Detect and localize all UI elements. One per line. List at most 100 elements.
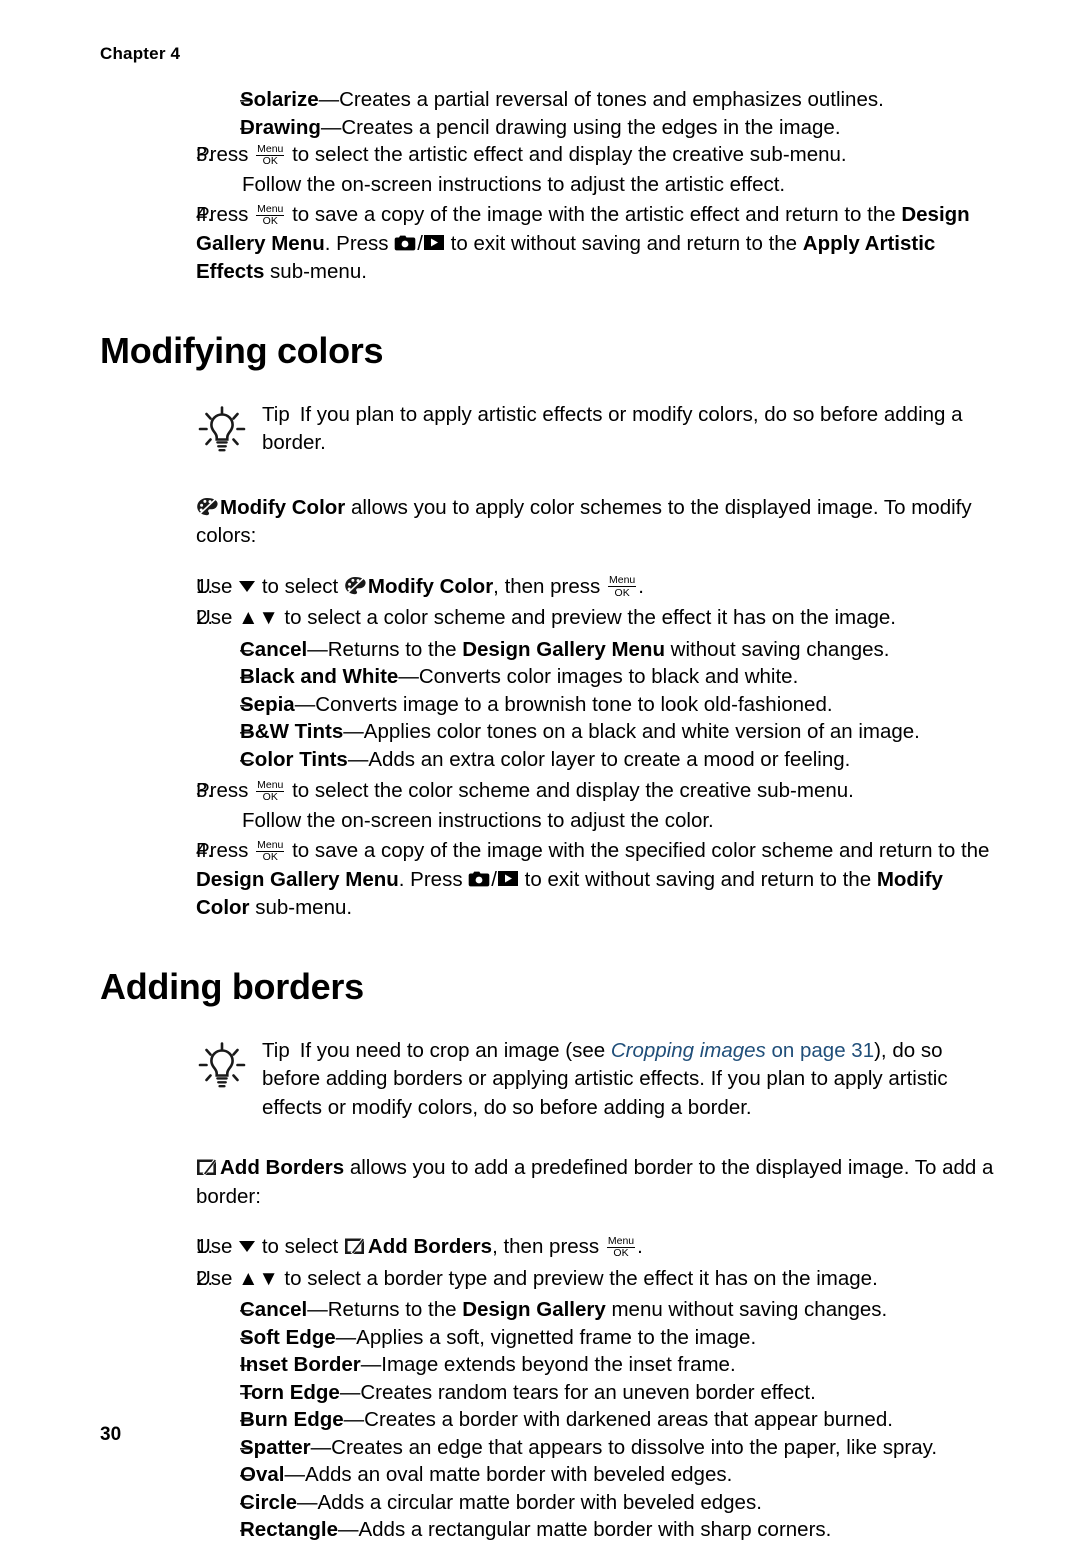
step-text-part: . (637, 1235, 643, 1258)
palette-icon (196, 497, 218, 517)
step-number: 1. (196, 1235, 214, 1258)
list-item-text: B&W Tints—Applies color tones on a black… (240, 718, 1000, 746)
term-solarize: Solarize (240, 88, 319, 111)
list-item: – Oval—Adds an oval matte border with be… (100, 1461, 1000, 1489)
step-text-part: to select (256, 574, 344, 598)
modify-color-step-2: 2. Use ▲▼ to select a color scheme and p… (100, 604, 1000, 633)
step-text-part: . (638, 574, 644, 598)
term: Sepia (240, 692, 295, 716)
step-text: Use to select Modify Color, then press M… (196, 573, 1000, 602)
menu-ok-icon: Menu OK (256, 778, 285, 803)
tip-label: Tip (262, 1038, 290, 1062)
dash-marker: – (240, 1518, 252, 1541)
bold-modify-color: Modify Color (367, 574, 494, 598)
dash-marker: – (240, 1490, 252, 1514)
list-item: – Spatter—Creates an edge that appears t… (100, 1434, 1000, 1462)
page-number: 30 (100, 1424, 122, 1445)
camera-icon (468, 869, 491, 888)
list-item-text: Spatter—Creates an edge that appears to … (240, 1434, 1000, 1462)
desc: —Adds a rectangular matte border with sh… (337, 1518, 832, 1541)
list-item-text: Rectangle—Adds a rectangular matte borde… (240, 1516, 1000, 1544)
playback-icon (423, 233, 445, 252)
arrow-down-icon (239, 580, 256, 592)
desc: —Adds an oval matte border with beveled … (284, 1463, 733, 1486)
tip-adding-borders: Tip If you need to crop an image (see Cro… (100, 1037, 1000, 1123)
dash-marker: – (240, 1380, 252, 1404)
modify-color-step-4: 4. Press Menu OK to save a copy of the im… (100, 837, 1000, 923)
bold-ref: Design Gallery Menu (462, 637, 665, 661)
step-text-part: . Press (398, 867, 469, 891)
border-frame-icon (196, 1157, 218, 1177)
color-scheme-bullet-list: – Cancel—Returns to the Design Gallery M… (100, 636, 1000, 774)
menu-ok-icon: Menu OK (256, 838, 285, 863)
tip-body-part1: If you need to crop an image (see (299, 1038, 611, 1062)
list-item-text: Black and White—Converts color images to… (240, 663, 1000, 691)
step-text-part: to exit without saving and return to the (444, 231, 803, 255)
desc: —Image extends beyond the inset frame. (360, 1353, 736, 1376)
step-text-part: Use (196, 1235, 239, 1258)
dash-marker: – (240, 665, 252, 688)
step-text: Press Menu OK to select the color scheme … (196, 777, 1000, 806)
term: Cancel (240, 637, 308, 661)
page-content: – Solarize—Creates a partial reversal of… (100, 86, 1000, 1544)
list-item-text: Drawing—Creates a pencil drawing using t… (240, 114, 1000, 142)
term-solarize-desc: —Creates a partial reversal of tones and… (318, 88, 884, 111)
page-title-modifying-colors: Modifying colors (100, 329, 384, 371)
add-borders-step-1: 1. Use to select Add Borders, then press… (100, 1233, 1000, 1262)
border-type-bullet-list: – Cancel—Returns to the Design Gallery m… (100, 1296, 1000, 1544)
artistic-effects-bullet-list: – Solarize—Creates a partial reversal of… (100, 86, 1000, 141)
lightbulb-icon (196, 401, 262, 460)
desc: —Creates random tears for an uneven bord… (339, 1380, 816, 1404)
list-item-text: Burn Edge—Creates a border with darkened… (240, 1406, 1000, 1434)
step-text-part: . Press (324, 231, 395, 255)
bold-add-borders: Add Borders (367, 1235, 493, 1258)
list-item: – Cancel—Returns to the Design Gallery m… (100, 1296, 1000, 1324)
desc: —Converts image to a brownish tone to lo… (294, 692, 833, 716)
term: Spatter (240, 1435, 311, 1459)
list-item: – Sepia—Converts image to a brownish ton… (100, 691, 1000, 719)
list-item: – Burn Edge—Creates a border with darken… (100, 1406, 1000, 1434)
bold-add-borders: Add Borders (220, 1156, 345, 1179)
dash-marker: – (240, 1325, 252, 1349)
dash-marker: – (240, 88, 252, 111)
step-text-part: sub-menu. (249, 896, 353, 919)
list-item: – Solarize—Creates a partial reversal of… (100, 86, 1000, 114)
list-item: – Drawing—Creates a pencil drawing using… (100, 114, 1000, 142)
modify-color-step-3-line2: Follow the on-screen instructions to adj… (242, 808, 714, 832)
step-text-part: Press (196, 779, 255, 802)
modify-color-step-1: 1. Use to select Modify Color, then pres… (100, 573, 1000, 602)
menu-ok-icon: Menu OK (606, 1234, 636, 1259)
step-text-part: sub-menu. (264, 260, 367, 283)
dash-marker: – (240, 747, 252, 771)
desc: —Creates an edge that appears to dissolv… (310, 1435, 938, 1459)
artistic-step-3-line2: Follow the on-screen instructions to adj… (242, 172, 786, 196)
artistic-step-3: 3. Press Menu OK to select the artistic e… (100, 141, 1000, 170)
list-item-text: Circle—Adds a circular matte border with… (240, 1489, 1000, 1517)
border-frame-icon (344, 1236, 366, 1256)
step-text-part: , then press (493, 574, 606, 598)
list-item: – Rectangle—Adds a rectangular matte bor… (100, 1516, 1000, 1544)
list-item-text: Soft Edge—Applies a soft, vignetted fram… (240, 1324, 1000, 1352)
term: Inset Border (240, 1353, 361, 1376)
term: Black and White (240, 665, 399, 688)
step-text: Use ▲▼ to select a color scheme and prev… (196, 606, 896, 629)
add-borders-intro: Add Borders allows you to add a predefin… (100, 1154, 1000, 1211)
dash-marker: – (240, 692, 252, 716)
desc-after: without saving changes. (664, 637, 890, 661)
list-item: – Soft Edge—Applies a soft, vignetted fr… (100, 1324, 1000, 1352)
list-item-text: Sepia—Converts image to a brownish tone … (240, 691, 1000, 719)
cross-reference-link-cropping-images[interactable]: Cropping images on page 31 (611, 1039, 874, 1062)
list-item: – Torn Edge—Creates random tears for an … (100, 1379, 1000, 1407)
modify-color-intro: Modify Color allows you to apply color s… (100, 494, 1000, 551)
modify-color-step-3: 3. Press Menu OK to select the color sche… (100, 777, 1000, 806)
menu-ok-icon: Menu OK (256, 202, 285, 227)
dash-marker: – (240, 115, 252, 139)
step-number: 4. (196, 839, 214, 862)
term: Cancel (240, 1298, 308, 1321)
dash-marker: – (240, 1353, 252, 1376)
list-item: – Circle—Adds a circular matte border wi… (100, 1489, 1000, 1517)
list-item-text: Solarize—Creates a partial reversal of t… (240, 86, 1000, 114)
step-number: 4. (196, 203, 214, 226)
step-text: Press Menu OK to save a copy of the image… (196, 201, 1000, 287)
term: Torn Edge (240, 1380, 340, 1404)
